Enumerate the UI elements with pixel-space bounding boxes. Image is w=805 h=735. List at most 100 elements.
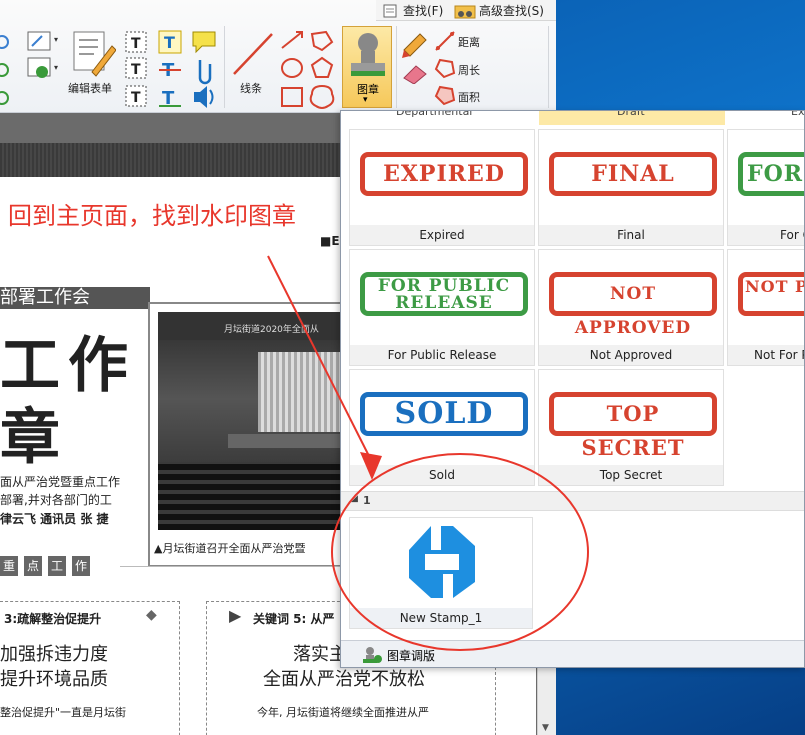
stamp-graphic: SOLD [360,392,528,436]
card-headline: 落实主 [293,644,347,665]
line-icon [233,33,273,75]
card-headline: 提升环境品质 [0,669,108,690]
key-point-char: 作 [72,556,90,576]
stamp-caption: New Stamp_1 [350,608,532,628]
collapse-triangle-icon[interactable]: ◢ [351,494,358,504]
stamp-final[interactable]: FINAL Final [538,129,724,246]
stamp-graphic: FOR PUBLIC RELEASE [360,272,528,316]
key-points-row: 重 点 工 作 [0,556,116,576]
text-field-icons[interactable]: T T T [122,28,152,112]
stamp-palette-button[interactable]: 图章调版 [361,645,435,665]
edit-form-icon [73,31,116,77]
headline-line-2: 章 [0,403,60,473]
typewriter-icons[interactable]: T T T [156,28,186,112]
stamp-graphic: EXPIRED [360,152,528,196]
comment-icons[interactable] [190,28,220,112]
stamp-icon [351,33,385,76]
stamp-caption: Draft [617,110,645,118]
shape-tool-icons[interactable] [278,28,338,112]
stamp-caption: Not For P [728,345,804,365]
svg-text:T: T [131,90,141,106]
svg-text:▾: ▾ [54,63,58,72]
toolbar-separator [396,26,397,108]
photo-caption: ▲月坛街道召开全面从严治党暨 [154,542,306,555]
svg-text:T: T [131,36,141,52]
stamp-graphic: NOT PUBLIC [738,272,804,316]
stamp-new-stamp-1[interactable]: New Stamp_1 [349,517,533,629]
stamp-button[interactable]: 图章 ▾ [342,26,392,108]
area-icon [434,85,456,106]
key-point-char: 点 [24,556,42,576]
stamp-for-comment[interactable]: FOR CO For C [727,129,804,246]
stamp-caption: Top Secret [539,465,723,485]
photo-frame: 月坛街道2020年全面从 ▲月坛街道召开全面从严治党暨 [148,302,348,567]
perimeter-icon [434,58,456,79]
distance-icon [435,31,455,51]
stamp-not-for-public[interactable]: NOT PUBLIC Not For P [727,249,804,366]
card-headline: 加强拆违力度 [0,644,108,665]
stamp-caption: Final [539,225,723,245]
stamp-caption: Departmental [396,110,473,118]
search-bar: 查找(F) 高级查找(S) [376,0,556,21]
stamp-caption: Sold [350,465,534,485]
key-point-char: 工 [48,556,66,576]
panel-footer: 图章调版 [341,640,804,667]
pencil-eraser-icons[interactable] [400,28,430,84]
custom-stamp-logo-icon [409,526,475,598]
partial-tool-icons[interactable] [0,32,16,112]
stamp-graphic: TOP SECRET [549,392,717,460]
meeting-photo: 月坛街道2020年全面从 [158,312,348,530]
edit-form-label: 编辑表单 [68,82,112,95]
stamp-caption: For Public Release [350,345,534,365]
card-title: 3:疏解整治促提升 [4,612,102,626]
stamp-palette-label: 图章调版 [387,648,436,663]
stamp-dropdown-icon: ▾ [363,95,368,105]
card-title: 关键词 5: 从严 [253,612,335,626]
stamp-graphic: NOT APPROVED [549,272,717,338]
stamp-graphic: FOR CO [738,152,804,196]
svg-text:T: T [131,62,141,78]
find-icon [383,4,397,17]
binoculars-icon [454,5,476,18]
advanced-find-label: 高级查找(S) [479,4,544,18]
svg-text:T: T [164,33,175,52]
toolbar-separator [548,26,549,108]
card-text: 今年, 月坛街道将继续全面推进从严 [257,706,429,719]
area-label: 面积 [458,91,480,104]
custom-stamp-group-header[interactable]: ◢ 1 [341,491,804,511]
byline: 律云飞 通讯员 张 捷 [0,512,109,526]
perimeter-label: 周长 [458,64,480,77]
form-field-icons[interactable]: ▾▾ [26,30,66,80]
body-line: 面从严治党暨重点工作 [0,475,121,489]
stamp-sold[interactable]: SOLD Sold [349,369,535,486]
stamp-graphic: FINAL [549,152,717,196]
stamp-top-secret[interactable]: TOP SECRET Top Secret [538,369,724,486]
stamp-palette-icon [363,647,382,663]
find-button[interactable]: 查找(F) [382,2,443,19]
header-block: ■E [320,234,340,248]
stamp-top-row: Departmental Draft Expe [341,110,805,125]
key-point-char: 重 [0,556,18,576]
ribbon-toolbar: 查找(F) 高级查找(S) ▾ ▾ 编辑表单 T T T T T T 线条 图章… [0,0,556,113]
body-line: 部署,并对各部门的工 [0,493,112,507]
stamp-caption: Expe [791,110,805,118]
find-label: 查找(F) [403,4,444,18]
stamp-expired[interactable]: EXPIRED Expired [349,129,535,246]
diamond-icon: ◆ [146,607,157,623]
stamp-caption: Expired [350,225,534,245]
card-text: 整治促提升"一直是月坛街 [0,706,127,719]
line-label: 线条 [240,82,262,95]
svg-text:▾: ▾ [54,35,58,44]
news-card-1: 3:疏解整治促提升 ◆ 加强拆违力度 提升环境品质 整治促提升"一直是月坛街 [0,601,180,735]
advanced-find-button[interactable]: 高级查找(S) [454,2,544,19]
group-number: 1 [363,494,371,507]
stamp-not-approved[interactable]: NOT APPROVED Not Approved [538,249,724,366]
stamp-for-public-release[interactable]: FOR PUBLIC RELEASE For Public Release [349,249,535,366]
stamp-label: 图章 [357,83,379,96]
card-headline: 全面从严治党不放松 [263,669,425,690]
photo-banner: 月坛街道2020年全面从 [224,325,319,335]
distance-label: 距离 [458,36,480,49]
stamp-caption: For C [728,225,804,245]
scroll-down-icon[interactable]: ▼ [542,723,549,733]
stamp-caption: Not Approved [539,345,723,365]
